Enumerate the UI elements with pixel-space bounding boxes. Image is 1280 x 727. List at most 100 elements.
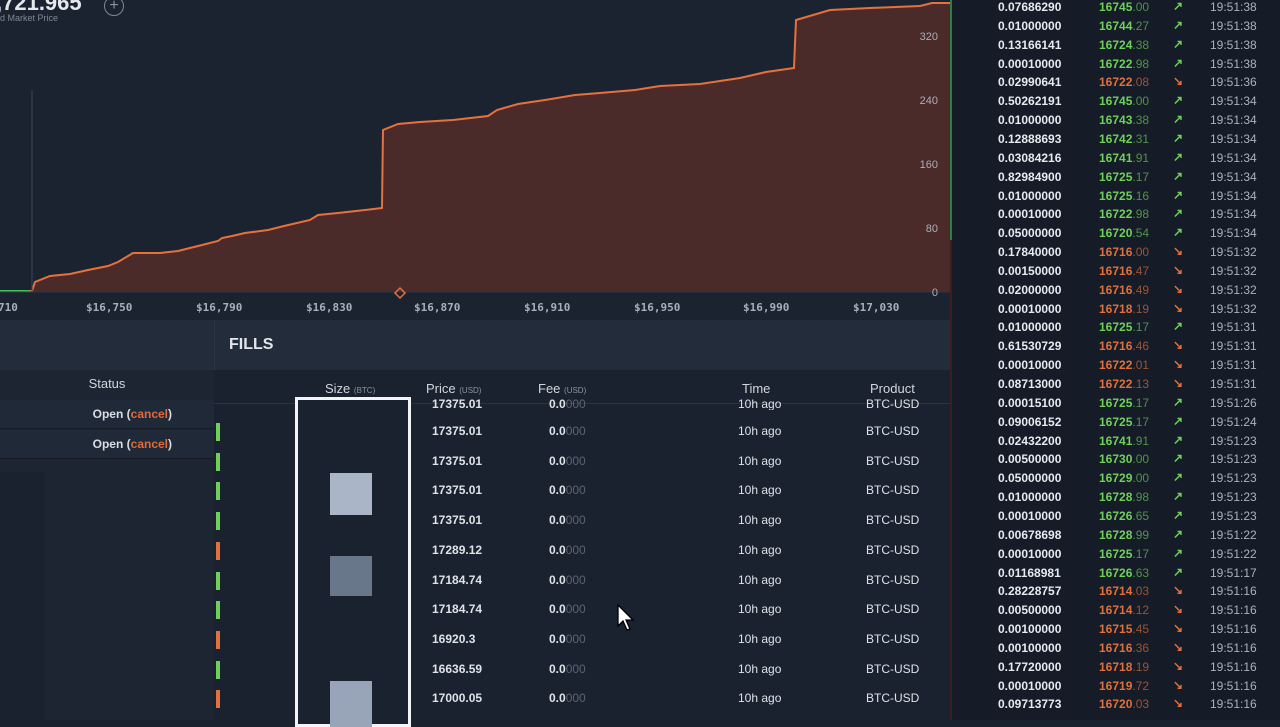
trade-row: 0.01000000 16744.27 ↗ 19:51:38 (952, 18, 1280, 37)
trade-size: 0.01168981 (998, 565, 1061, 580)
fill-time: 10h ago (738, 661, 782, 676)
trade-size: 0.00100000 (998, 622, 1062, 637)
depth-chart: 710 $16,750 $16,790 $16,830 $16,870 $16,910 $1… (0, 0, 950, 320)
trade-size: 0.05000000 (998, 226, 1062, 241)
trade-price: 16716.49 (1099, 282, 1150, 297)
arrow-up-right-icon: ↗ (1173, 432, 1184, 447)
trade-price: 16716.47 (1099, 263, 1150, 278)
trade-row: 0.00010000 16726.65 ↗ 19:51:23 (952, 508, 1280, 527)
x-tick-label: $17,030 (853, 301, 899, 314)
trade-price: 16741.91 (1099, 433, 1150, 448)
fill-price: 17375.01 (432, 424, 483, 438)
fill-fee-dim: 000 (565, 424, 586, 438)
trade-row: 0.17840000 16716.00 ↘ 19:51:32 (952, 244, 1280, 263)
trade-size: 0.28228757 (998, 584, 1062, 599)
trade-price: 16743.38 (1099, 113, 1150, 128)
fill-price: 16636.59 (432, 661, 483, 676)
trade-row: 0.02432200 16741.91 ↗ 19:51:23 (952, 433, 1280, 452)
fill-fee: 0.0 (549, 542, 566, 557)
arrow-down-right-icon: ↘ (1173, 376, 1184, 390)
trade-price: 16745.00 (1099, 0, 1150, 14)
cancel-link[interactable]: cancel (131, 407, 168, 421)
ask-depth-area (0, 3, 950, 292)
trade-price: 16725.17 (1099, 395, 1150, 410)
trade-time: 19:51:23 (1210, 490, 1257, 505)
trade-price: 16728.98 (1099, 490, 1150, 505)
trade-size: 0.07686290 (998, 0, 1062, 14)
trade-size: 0.00010000 (998, 678, 1062, 693)
fill-fee: 0.0 (549, 424, 566, 438)
trade-size: 0.01000000 (998, 490, 1062, 505)
x-tick-label: $16,830 (306, 301, 352, 314)
trade-row: 0.01000000 16743.38 ↗ 19:51:34 (952, 112, 1280, 131)
trade-price: 16728.99 (1099, 527, 1150, 542)
trade-size: 0.02990641 (998, 75, 1062, 90)
trade-size: 0.00100000 (998, 640, 1062, 655)
fill-fee: 0.0 (549, 631, 566, 646)
trade-time: 19:51:22 (1210, 546, 1257, 561)
fill-price: 17375.01 (432, 513, 483, 528)
fill-fee-dim: 000 (565, 661, 586, 676)
trade-size: 0.09713773 (998, 697, 1062, 712)
trade-time: 19:51:31 (1210, 339, 1257, 354)
arrow-up-right-icon: ↗ (1173, 470, 1184, 485)
fill-product: BTC-USD (866, 483, 920, 498)
fill-time: 10h ago (738, 513, 782, 528)
trade-price: 16722.01 (1099, 358, 1150, 373)
trade-time: 19:51:16 (1210, 584, 1257, 599)
trade-price: 16720.03 (1099, 697, 1150, 712)
arrow-up-right-icon: ↗ (1173, 507, 1184, 522)
arrow-down-right-icon: ↘ (1173, 262, 1184, 277)
arrow-up-right-icon: ↗ (1173, 36, 1184, 51)
arrow-up-right-icon: ↗ (1173, 413, 1184, 428)
trade-price: 16724.38 (1099, 37, 1150, 52)
trade-row: 0.13166141 16724.38 ↗ 19:51:38 (952, 37, 1280, 56)
trade-price: 16729.00 (1099, 471, 1150, 486)
arrow-down-right-icon: ↘ (1173, 658, 1184, 673)
fill-product: BTC-USD (866, 691, 920, 706)
trade-row: 0.02000000 16716.49 ↘ 19:51:32 (952, 282, 1280, 301)
fill-product: BTC-USD (866, 542, 920, 557)
arrow-up-right-icon: ↗ (1173, 55, 1184, 70)
trade-price: 16745.00 (1099, 94, 1150, 109)
arrow-up-right-icon: ↗ (1173, 0, 1184, 13)
fill-side-indicator (216, 423, 220, 441)
arrow-up-right-icon: ↗ (1173, 206, 1184, 221)
trade-size: 0.02432200 (998, 433, 1062, 448)
arrow-up-right-icon: ↗ (1173, 149, 1184, 164)
trade-time: 19:51:23 (1210, 433, 1257, 448)
trade-size: 0.00010000 (998, 358, 1062, 373)
redacted-size-block (330, 556, 372, 596)
trade-row: 0.50262191 16745.00 ↗ 19:51:34 (952, 93, 1280, 112)
arrow-up-right-icon: ↗ (1173, 451, 1184, 466)
trade-price: 16722.08 (1099, 75, 1150, 90)
trade-row: 0.00010000 16722.01 ↘ 19:51:31 (952, 357, 1280, 376)
cancel-link[interactable]: cancel (131, 437, 168, 451)
trade-row: 0.05000000 16720.54 ↗ 19:51:34 (952, 225, 1280, 244)
trade-time: 19:51:16 (1210, 622, 1257, 637)
arrow-down-right-icon: ↘ (1173, 621, 1184, 636)
trade-size: 0.00010000 (998, 508, 1062, 523)
trade-time: 19:51:31 (1210, 358, 1257, 373)
status-column-header: Status (88, 376, 126, 391)
fill-time: 10h ago (738, 397, 782, 410)
fill-fee-dim: 000 (565, 513, 586, 528)
trade-time: 19:51:34 (1210, 131, 1257, 146)
arrow-up-right-icon: ↗ (1173, 545, 1184, 560)
order-status: Open (92, 437, 124, 451)
size-column-highlight (295, 397, 411, 727)
trade-time: 19:51:16 (1210, 678, 1257, 693)
fill-time: 10h ago (738, 572, 782, 587)
arrow-down-right-icon: ↘ (1173, 74, 1184, 89)
order-status: Open (92, 407, 124, 421)
trade-price: 16716.00 (1099, 245, 1150, 260)
trade-row: 0.00100000 16716.36 ↘ 19:51:16 (952, 640, 1280, 659)
arrow-down-right-icon: ↘ (1173, 281, 1184, 296)
trade-price: 16714.12 (1099, 603, 1150, 618)
arrow-up-right-icon: ↗ (1173, 489, 1184, 504)
fill-time: 10h ago (738, 453, 782, 468)
fill-product: BTC-USD (866, 631, 920, 646)
trade-time: 19:51:17 (1210, 565, 1257, 580)
trade-row: 0.17720000 16718.19 ↘ 19:51:16 (952, 659, 1280, 678)
fill-fee-dim: 000 (565, 572, 586, 587)
